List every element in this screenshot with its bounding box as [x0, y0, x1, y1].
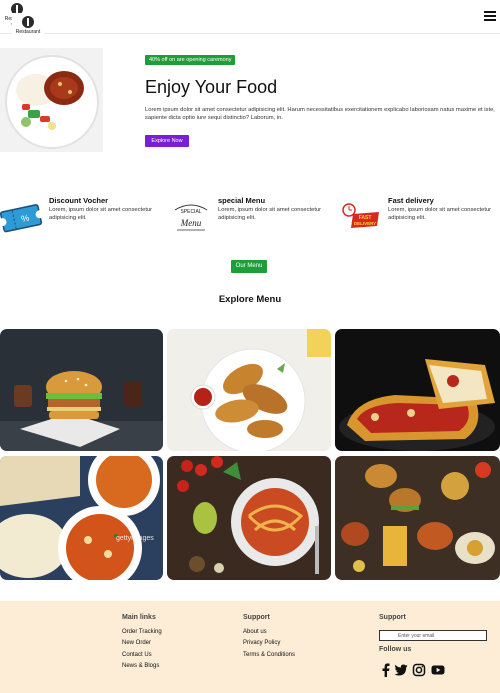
footer-link-terms[interactable]: Terms & Conditions	[243, 652, 295, 658]
youtube-icon[interactable]	[431, 663, 445, 677]
feature-text: Lorem, ipsum dolor sit amet consectetur …	[218, 207, 322, 221]
feature-text: Lorem, ipsum dolor sit amet consectetur …	[388, 207, 492, 221]
gallery-item-burger[interactable]	[0, 329, 163, 451]
gallery-item-curry-rice[interactable]: gettyimages	[0, 456, 163, 580]
hamburger-icon[interactable]	[484, 11, 496, 21]
support-newsletter-heading: Support	[379, 614, 406, 621]
gallery-item-fried-chicken[interactable]	[167, 329, 331, 451]
site-header: Restaurant TAGLINE	[0, 0, 500, 34]
gallery-item-pizza[interactable]	[335, 329, 500, 451]
instagram-icon[interactable]	[412, 663, 426, 677]
discount-ticket-icon: %	[0, 196, 45, 238]
feature-fast-delivery: FAST DELIVERY Fast delivery Lorem, ipsum…	[339, 196, 500, 241]
footer-link-order-tracking[interactable]: Order Tracking	[122, 629, 162, 635]
email-input[interactable]	[379, 630, 487, 641]
feature-discount: % Discount Vocher Lorem, ipsum dolor sit…	[0, 196, 165, 241]
fast-delivery-icon: FAST DELIVERY	[339, 196, 384, 238]
facebook-icon[interactable]	[379, 663, 393, 677]
svg-text:gettyimages: gettyimages	[116, 535, 154, 542]
hero-description: Lorem ipsum dolor sit amet consectetur a…	[145, 107, 495, 121]
main-links-heading: Main links	[122, 614, 156, 621]
feature-title: Discount Vocher	[49, 196, 109, 205]
our-menu-button[interactable]: Our Menu	[231, 260, 267, 273]
follow-us-heading: Follow us	[379, 646, 412, 653]
support-heading: Support	[243, 614, 270, 621]
special-menu-icon: SPECIAL Menu	[169, 196, 214, 238]
fork-knife-icon	[22, 16, 34, 28]
svg-text:Menu: Menu	[180, 218, 202, 228]
section-title: Explore Menu	[218, 294, 282, 305]
hero-food-image	[0, 48, 103, 152]
gallery-item-spaghetti[interactable]	[167, 456, 331, 580]
hero-title: Enjoy Your Food	[145, 77, 278, 97]
svg-text:SPECIAL: SPECIAL	[180, 209, 201, 215]
feature-text: Lorem, ipsum dolor sit amet consectetur …	[49, 207, 153, 221]
gallery-item-fast-food[interactable]	[335, 456, 500, 580]
svg-text:DELIVERY: DELIVERY	[354, 221, 376, 226]
explore-now-button[interactable]: Explore Now	[145, 135, 189, 147]
promo-badge: 40% off on are opening caremony	[145, 55, 236, 65]
footer-logo-name: Restaurant	[15, 29, 41, 35]
feature-special-menu: SPECIAL Menu special Menu Lorem, ipsum d…	[169, 196, 334, 241]
footer-link-news-blogs[interactable]: News & Blogs	[122, 663, 159, 669]
footer-link-privacy-policy[interactable]: Privacy Policy	[243, 640, 280, 646]
feature-title: Fast delivery	[388, 196, 434, 205]
twitter-icon[interactable]	[394, 663, 408, 677]
footer-link-new-order[interactable]: New Order	[122, 640, 151, 646]
feature-title: special Menu	[218, 196, 266, 205]
footer-link-about-us[interactable]: About us	[243, 629, 267, 635]
footer-link-contact-us[interactable]: Contact Us	[122, 652, 152, 658]
footer-logo[interactable]: Restaurant	[12, 13, 44, 39]
